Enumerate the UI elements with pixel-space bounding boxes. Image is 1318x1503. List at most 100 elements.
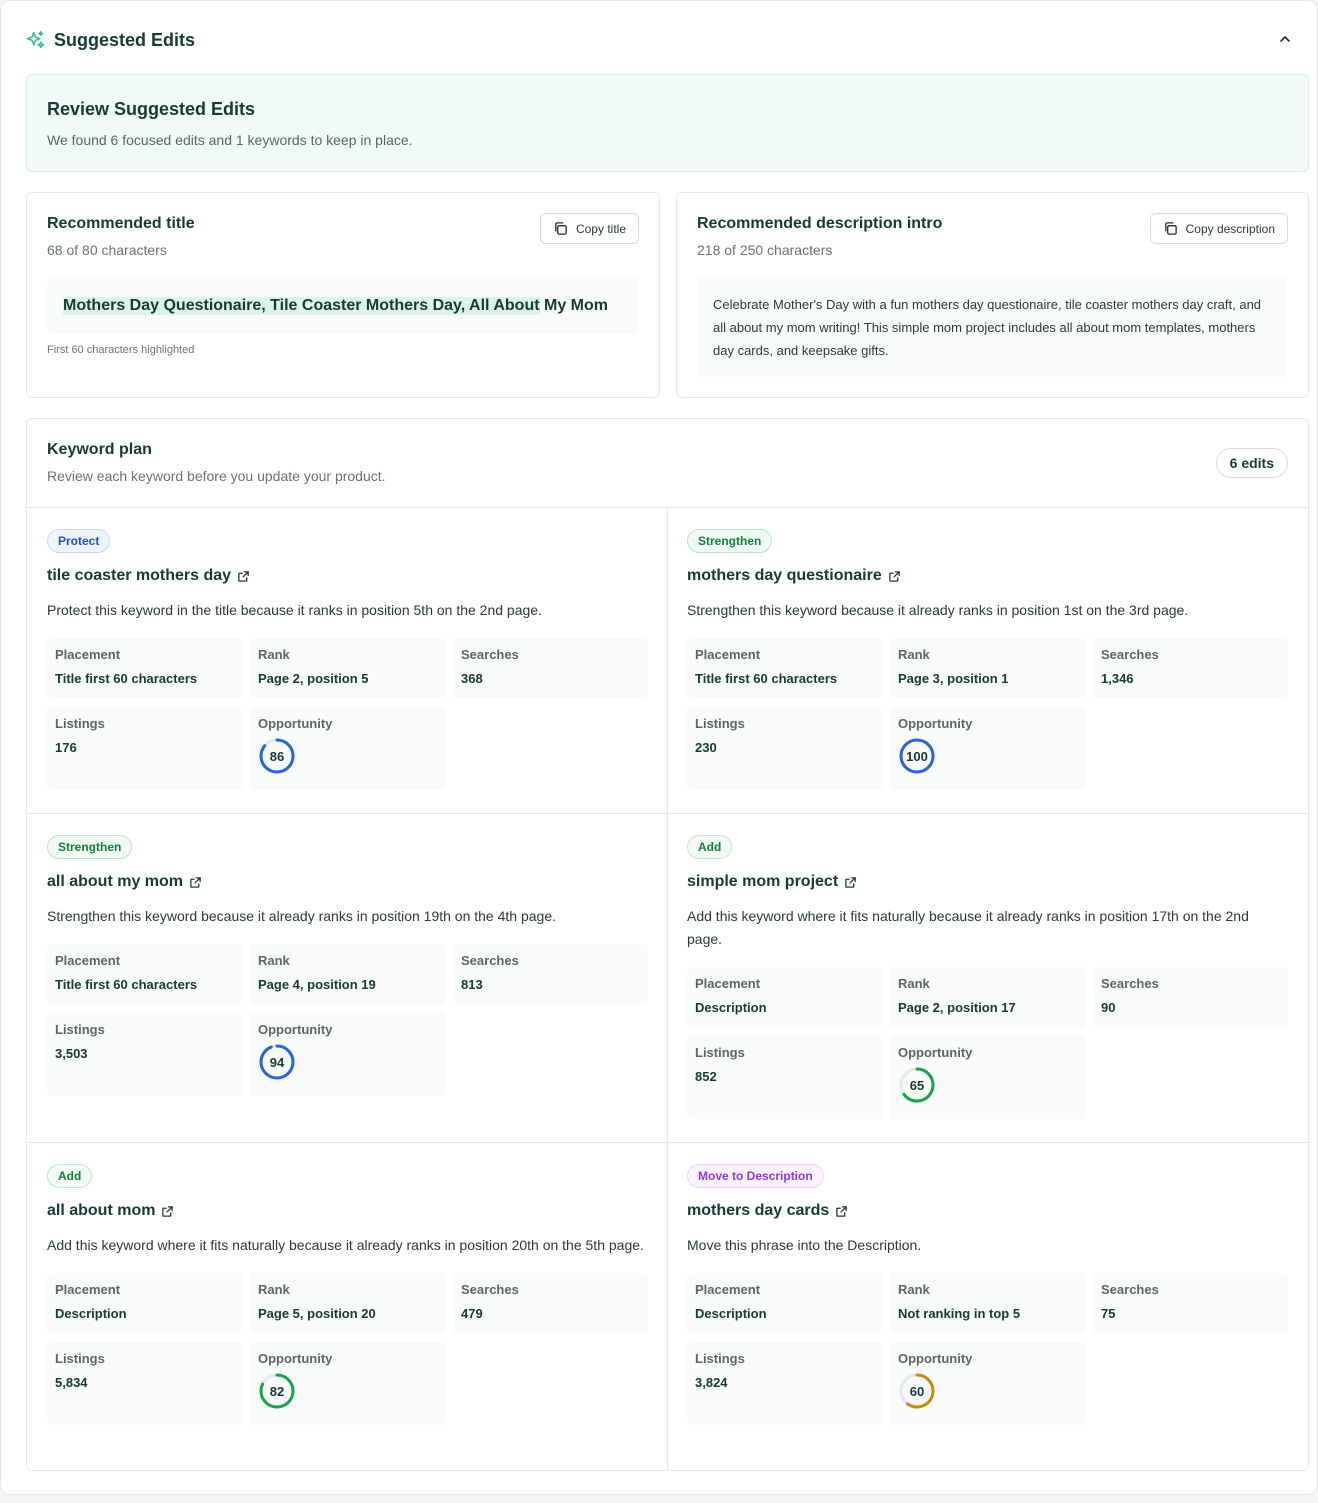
keyword-plan-title: Keyword plan xyxy=(47,441,152,458)
searches-value: 368 xyxy=(461,671,483,686)
searches-cell: Searches 75 xyxy=(1093,1273,1288,1333)
keyword-plan-subtitle: Review each keyword before you update yo… xyxy=(47,468,386,484)
searches-cell: Searches 813 xyxy=(453,944,648,1004)
placement-value: Title first 60 characters xyxy=(695,671,838,686)
rank-cell: Rank Not ranking in top 5 xyxy=(890,1273,1085,1333)
placement-cell: Placement Title first 60 characters xyxy=(47,638,242,698)
searches-value: 479 xyxy=(461,1306,483,1321)
keyword-description: Protect this keyword in the title becaus… xyxy=(47,602,542,618)
highlighted-title-part: Mothers Day Questionaire, Tile Coaster M… xyxy=(63,296,540,315)
opportunity-score: 94 xyxy=(269,1054,285,1070)
keyword-card: Strengthen all about my mom Strengthen thi… xyxy=(47,835,648,1096)
copy-description-label: Copy description xyxy=(1185,221,1275,236)
metric-label: Opportunity xyxy=(258,716,333,731)
opportunity-cell: Opportunity 100 xyxy=(890,707,1085,790)
placement-cell: Placement Title first 60 characters xyxy=(47,944,242,1004)
external-link-icon xyxy=(189,876,202,889)
listings-cell: Listings 230 xyxy=(687,707,882,790)
rank-value: Not ranking in top 5 xyxy=(898,1306,1021,1321)
searches-cell: Searches 1,346 xyxy=(1093,638,1288,698)
keyword-link[interactable]: tile coaster mothers day xyxy=(47,567,647,585)
keyword-metrics: Placement Title first 60 characters Rank Pa… xyxy=(687,638,1288,790)
searches-value: 90 xyxy=(1101,1000,1116,1015)
opportunity-ring: 82 xyxy=(258,1372,296,1410)
keyword-card: Protect tile coaster mothers day Protect t… xyxy=(47,529,648,790)
action-badge: Protect xyxy=(47,529,111,553)
listings-cell: Listings 5,834 xyxy=(47,1342,242,1425)
placement-cell: Placement Description xyxy=(687,1273,882,1333)
keyword-link[interactable]: mothers day questionaire xyxy=(687,567,1287,585)
keyword-metrics: Placement Description Rank Page 5, position… xyxy=(47,1273,648,1425)
card-heading: Recommended description intro xyxy=(697,215,943,232)
rank-value: Page 5, position 20 xyxy=(258,1306,376,1321)
sparkle-icon xyxy=(25,30,46,51)
listings-value: 176 xyxy=(55,740,77,755)
opportunity-ring: 65 xyxy=(898,1066,936,1104)
metric-label: Placement xyxy=(695,1282,761,1297)
metric-label: Rank xyxy=(898,976,930,991)
edits-count-badge: 6 edits xyxy=(1215,448,1288,478)
keyword-name: tile coaster mothers day xyxy=(47,567,232,584)
review-title: Review Suggested Edits xyxy=(47,99,256,119)
listings-cell: Listings 3,503 xyxy=(47,1013,242,1096)
metric-label: Searches xyxy=(461,1282,519,1297)
opportunity-ring: 86 xyxy=(258,737,296,775)
listings-cell: Listings 176 xyxy=(47,707,242,790)
opportunity-cell: Opportunity 82 xyxy=(250,1342,445,1425)
recommended-description-text: Celebrate Mother's Day with a fun mother… xyxy=(697,277,1287,377)
metric-label: Searches xyxy=(461,647,519,662)
metric-label: Searches xyxy=(1101,647,1159,662)
character-count: 68 of 80 characters xyxy=(47,242,167,258)
keyword-link[interactable]: mothers day cards xyxy=(687,1202,1287,1220)
keyword-description: Strengthen this keyword because it alrea… xyxy=(47,908,556,924)
rank-cell: Rank Page 2, position 5 xyxy=(250,638,445,698)
metric-label: Listings xyxy=(55,716,105,731)
opportunity-cell: Opportunity 94 xyxy=(250,1013,445,1096)
searches-cell: Searches 90 xyxy=(1093,967,1288,1027)
keyword-description: Add this keyword where it fits naturally… xyxy=(47,1237,644,1253)
placement-cell: Placement Description xyxy=(687,967,882,1027)
metric-label: Searches xyxy=(461,953,519,968)
placement-value: Description xyxy=(55,1306,127,1321)
keyword-card: Add simple mom project Add this keyword wh… xyxy=(687,835,1288,1119)
rank-value: Page 2, position 17 xyxy=(898,1000,1016,1015)
keyword-card: Add all about mom Add this keyword where i… xyxy=(47,1164,648,1425)
chevron-up-icon xyxy=(1278,32,1292,46)
metric-label: Placement xyxy=(695,647,761,662)
metric-label: Listings xyxy=(695,1045,745,1060)
keyword-link[interactable]: all about my mom xyxy=(47,873,647,891)
copy-title-label: Copy title xyxy=(575,221,626,236)
metric-label: Rank xyxy=(258,953,290,968)
keyword-link[interactable]: simple mom project xyxy=(687,873,1287,891)
action-badge: Strengthen xyxy=(47,835,133,859)
recommended-title-text: Mothers Day Questionaire, Tile Coaster M… xyxy=(47,277,639,334)
keyword-plan: Keyword plan Review each keyword before … xyxy=(26,418,1309,1471)
listings-value: 852 xyxy=(695,1069,717,1084)
metric-label: Listings xyxy=(695,1351,745,1366)
divider xyxy=(667,508,668,1471)
searches-cell: Searches 368 xyxy=(453,638,648,698)
opportunity-score: 100 xyxy=(906,748,928,764)
copy-icon xyxy=(1163,221,1178,236)
opportunity-ring: 60 xyxy=(898,1372,936,1410)
keyword-link[interactable]: all about mom xyxy=(47,1202,647,1220)
placement-value: Title first 60 characters xyxy=(55,977,198,992)
external-link-icon xyxy=(888,570,901,583)
listings-value: 5,834 xyxy=(55,1375,88,1390)
placement-value: Description xyxy=(695,1306,767,1321)
panel-title: Suggested Edits xyxy=(54,29,196,50)
metric-label: Placement xyxy=(55,647,121,662)
rank-value: Page 3, position 1 xyxy=(898,671,1009,686)
metric-label: Opportunity xyxy=(898,716,973,731)
copy-description-button[interactable]: Copy description xyxy=(1149,213,1288,244)
placement-value: Title first 60 characters xyxy=(55,671,198,686)
copy-title-button[interactable]: Copy title xyxy=(539,213,639,244)
metric-label: Listings xyxy=(695,716,745,731)
metric-label: Rank xyxy=(258,1282,290,1297)
listings-value: 230 xyxy=(695,740,717,755)
highlight-note: First 60 characters highlighted xyxy=(47,344,195,356)
opportunity-score: 86 xyxy=(269,748,285,764)
suggested-edits-panel: Suggested Edits Review Suggested Edits W… xyxy=(0,0,1318,1495)
collapse-button[interactable] xyxy=(1275,29,1295,49)
listings-cell: Listings 852 xyxy=(687,1036,882,1119)
